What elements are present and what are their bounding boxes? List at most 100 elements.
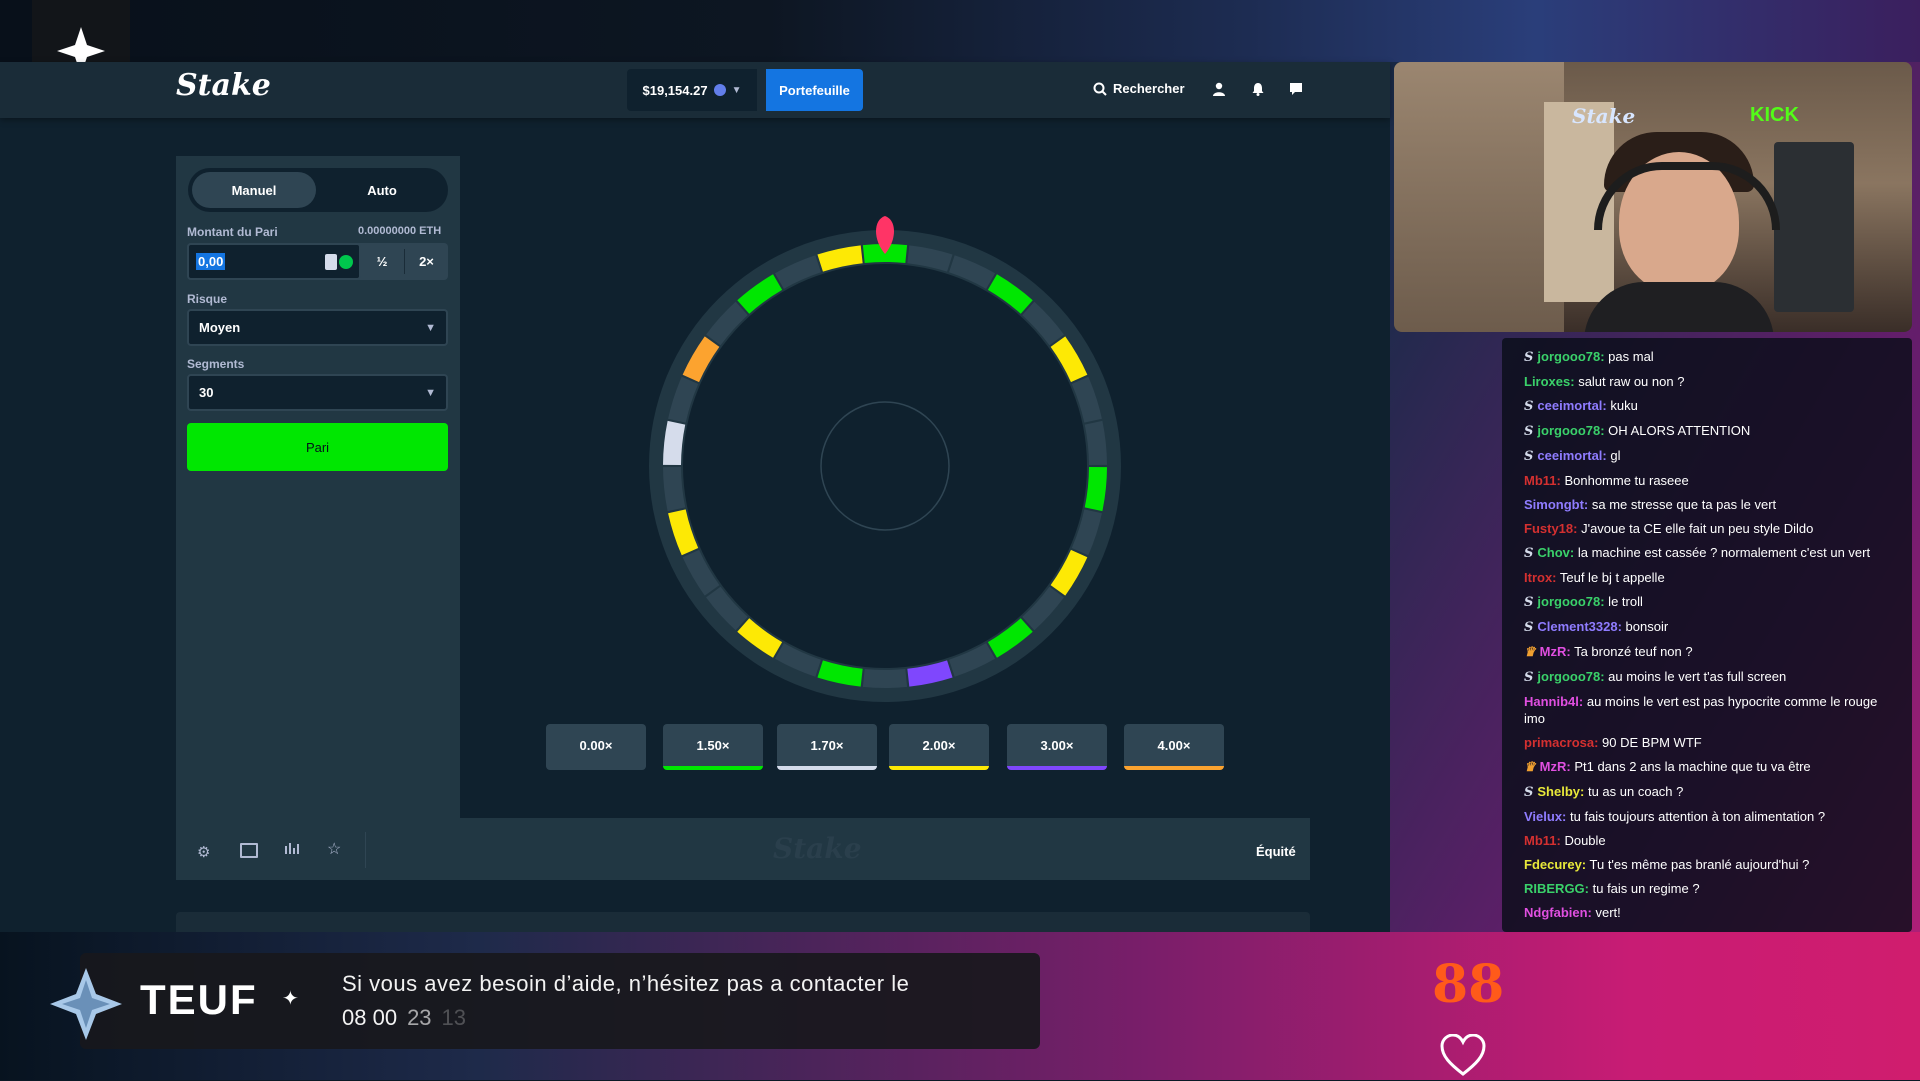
search-icon [1093,82,1107,96]
chat-message: RIBERGG: tu fais un regime ? [1524,880,1894,897]
stake-badge-icon: S [1524,399,1534,414]
stats-icon[interactable] [284,840,300,861]
chevron-down-icon: ▼ [425,321,436,334]
chat-username[interactable]: ceeimortal: [1537,398,1606,413]
chat-message: S Chov: la machine est cassée ? normaleme… [1524,544,1894,562]
chat-username[interactable]: jorgooo78: [1537,423,1604,438]
webcam-streamer [1584,92,1780,332]
chat-username[interactable]: Clement3328: [1537,619,1622,634]
notice-phone-part3: 13 [441,1005,467,1030]
chat-message: Sjorgooo78: au moins le vert t'as full s… [1524,668,1894,686]
balance-selector[interactable]: $19,154.27 ▼ [627,69,757,111]
chat-message: Itrox: Teuf le bj t appelle [1524,569,1894,586]
chat-icon[interactable] [1289,82,1303,101]
chat-text: Ta bronzé teuf non ? [1570,644,1693,659]
chat-username[interactable]: Shelby: [1537,784,1584,799]
chat-username[interactable]: MzR: [1540,759,1571,774]
chat-text: Pt1 dans 2 ans la machine que tu va être [1570,759,1811,774]
chat-username[interactable]: Fusty18: [1524,521,1577,536]
multiplier-1.70x: 1.70× [777,724,877,770]
bell-icon[interactable] [1251,82,1265,101]
chat-username[interactable]: Hannib4l: [1524,694,1583,709]
heart-rate-value: 88 [1432,954,1505,1015]
notice-text: Si vous avez besoin d’aide, n’hésitez pa… [342,971,910,996]
webcam-feed: Stake KICK [1394,62,1912,332]
stream-chat: Sjorgooo78: pas mal Liroxes: salut raw ou… [1502,338,1912,932]
multiplier-0.00x: 0.00× [546,724,646,770]
chat-message-list: Sjorgooo78: pas mal Liroxes: salut raw ou… [1524,348,1894,928]
multiplier-3.00x: 3.00× [1007,724,1107,770]
risk-value: Moyen [199,320,241,335]
chat-username[interactable]: jorgooo78: [1537,669,1604,684]
chat-message: Liroxes: salut raw ou non ? [1524,373,1894,390]
stake-badge-icon: S [1524,449,1534,464]
chevron-down-icon: ▼ [731,84,742,96]
chat-message: ♛ MzR: Ta bronzé teuf non ? [1524,643,1894,661]
bet-amount-value: 0,00 [196,253,226,270]
chat-username[interactable]: Fdecurey: [1524,857,1586,872]
search-button[interactable]: Rechercher [1093,81,1185,96]
stream-top-band [0,0,1920,62]
game-footer [176,818,1310,880]
notice-phone: 08 00 23 13 [342,1005,466,1031]
tab-manual[interactable]: Manuel [192,172,316,208]
below-panel [176,912,1310,932]
fairness-link[interactable]: Équité [1256,844,1296,859]
risk-select[interactable]: Moyen ▼ [187,309,448,346]
currency-toggle-icon[interactable] [325,253,353,270]
stake-badge-icon: S [1524,595,1534,610]
chat-username[interactable]: Chov: [1537,545,1574,560]
wheel-inner [683,264,1087,668]
stake-logo[interactable]: Stake [176,68,271,103]
multiplier-1.50x: 1.50× [663,724,763,770]
chat-text: Tu t'es même pas branlé aujourd'hui ? [1586,857,1810,872]
chat-username[interactable]: ceeimortal: [1537,448,1606,463]
chat-message: Sceeimortal: gl [1524,447,1894,465]
divider [365,832,366,868]
chat-message: Mb11: Double [1524,832,1894,849]
bet-amount-input[interactable]: 0,00 [187,243,361,280]
chat-username[interactable]: Mb11: [1524,833,1561,848]
chat-text: tu fais toujours attention à ton aliment… [1566,809,1826,824]
chat-message: Sjorgooo78: OH ALORS ATTENTION [1524,422,1894,440]
user-icon[interactable] [1212,82,1226,101]
favorite-star-icon[interactable]: ☆ [327,839,341,859]
chat-message: primacrosa: 90 DE BPM WTF [1524,734,1894,751]
chat-text: kuku [1606,398,1638,413]
chat-message: Hannib4l: au moins le vert est pas hypoc… [1524,693,1894,727]
chat-username[interactable]: Itrox: [1524,570,1557,585]
stake-badge-icon: S [1524,350,1534,365]
half-bet-button[interactable]: ½ [361,245,403,278]
chat-username[interactable]: Liroxes: [1524,374,1575,389]
chat-message: S Clement3328: bonsoir [1524,618,1894,636]
chat-username[interactable]: primacrosa: [1524,735,1598,750]
chat-username[interactable]: jorgooo78: [1537,594,1604,609]
webcam-wall [1394,62,1564,332]
segments-value: 30 [199,385,214,400]
settings-icon[interactable]: ⚙ [197,843,210,861]
double-bet-button[interactable]: 2× [405,245,448,278]
theatre-mode-icon[interactable] [240,843,258,858]
chevron-down-icon: ▼ [425,386,436,399]
risk-label: Risque [187,292,228,306]
chat-username[interactable]: MzR: [1540,644,1571,659]
chat-username[interactable]: RIBERGG: [1524,881,1589,896]
chat-text: J'avoue ta CE elle fait un peu style Dil… [1577,521,1814,536]
footer-watermark: Stake [773,832,862,865]
wallet-button[interactable]: Portefeuille [766,69,863,111]
heart-icon [1440,1033,1486,1081]
bet-button[interactable]: Pari [187,423,448,471]
segments-select[interactable]: 30 ▼ [187,374,448,411]
chat-username[interactable]: Mb11: [1524,473,1561,488]
chat-username[interactable]: Simongbt: [1524,497,1588,512]
streamer-shirt [1584,282,1774,332]
tab-auto[interactable]: Auto [320,172,444,208]
chat-text: salut raw ou non ? [1574,374,1685,389]
chat-username[interactable]: Vielux: [1524,809,1566,824]
chat-username[interactable]: jorgooo78: [1537,349,1604,364]
stake-badge-icon: S [1524,546,1534,561]
chat-text: Double [1560,833,1606,848]
chat-message: Mb11: Bonhomme tu raseee [1524,472,1894,489]
chat-text: bonsoir [1621,619,1669,634]
chat-username[interactable]: Ndgfabien: [1524,905,1592,920]
